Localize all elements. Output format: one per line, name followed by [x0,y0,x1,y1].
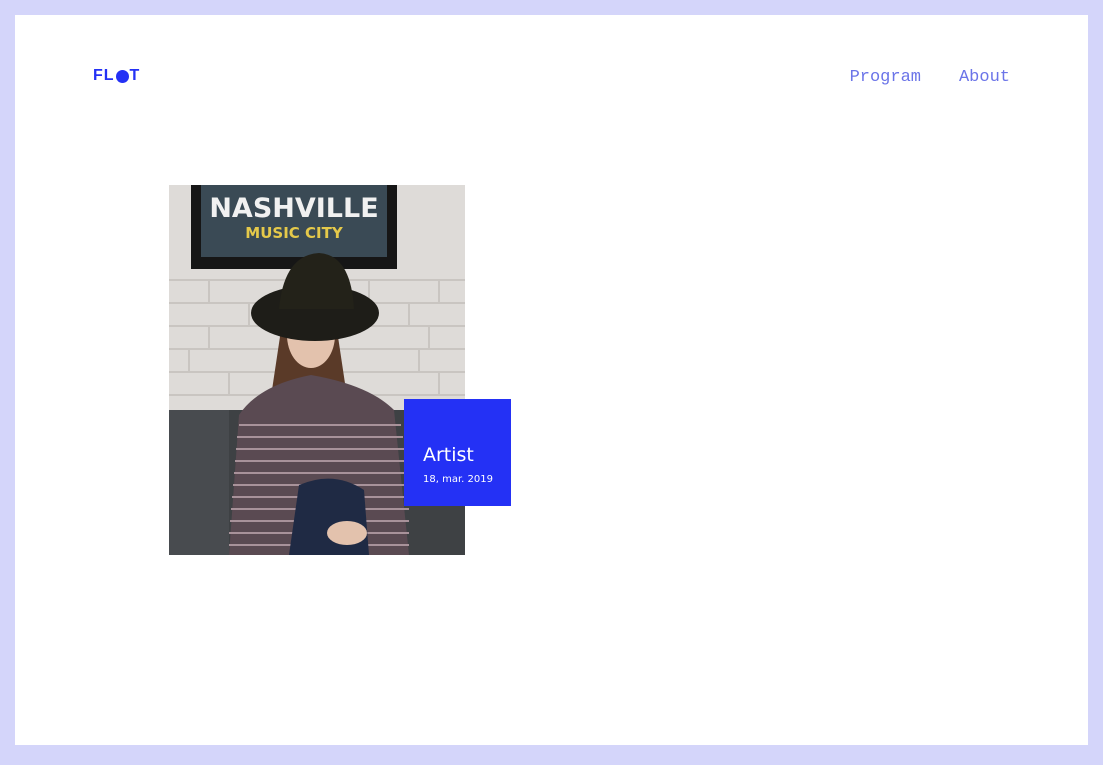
nav-link-about[interactable]: About [959,68,1010,87]
main-nav: Program About [850,68,1010,87]
artist-title: Artist [423,444,474,466]
logo[interactable]: FL T [93,67,141,84]
artist-label-box[interactable]: Artist 18, mar. 2019 [404,399,511,506]
logo-dot-icon [115,69,129,83]
logo-text-end: T [129,67,141,84]
artist-card[interactable]: NASHVILLE MUSIC CITY Artist 18, mar. 201… [169,185,511,555]
sign-text-nashville: NASHVILLE [209,193,378,224]
sign-text-music-city: MUSIC CITY [245,224,344,242]
page-frame: FL T Program About NASHVILLE MUSIC CITY … [15,15,1088,745]
artist-date: 18, mar. 2019 [423,474,493,485]
nav-link-program[interactable]: Program [850,68,921,87]
logo-text-start: FL [93,67,115,84]
